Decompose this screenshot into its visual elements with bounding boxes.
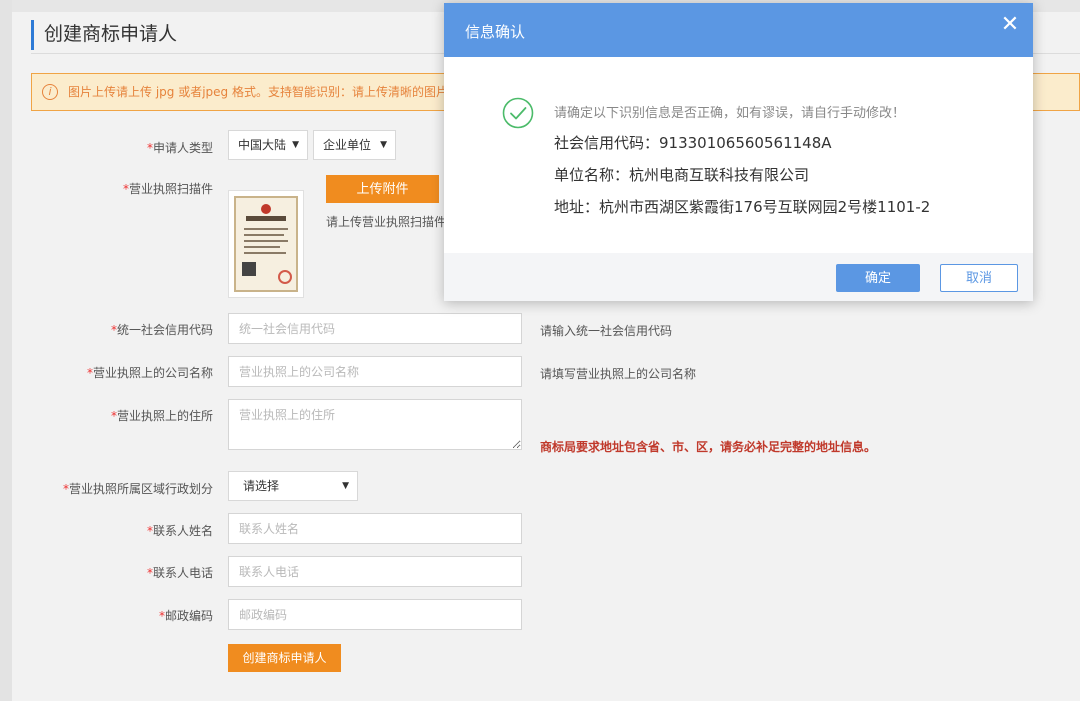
address-warning: 商标局要求地址包含省、市、区，请务必补足完整的地址信息。 (540, 440, 877, 454)
contact-phone-input[interactable] (228, 556, 522, 587)
credit-code-result: 社会信用代码：91330106560561148A (554, 134, 832, 152)
confirm-button[interactable]: 确定 (836, 264, 920, 292)
region-select[interactable]: 中国大陆 ▼ (228, 130, 308, 160)
close-icon[interactable]: ✕ (999, 14, 1021, 36)
contact-name-input[interactable] (228, 513, 522, 544)
confirm-dialog: 信息确认 ✕ 请确定以下识别信息是否正确，如有谬误，请自行手动修改！ 社会信用代… (444, 3, 1033, 301)
credit-code-input[interactable] (228, 313, 522, 344)
contact-phone-label: *联系人电话 (146, 566, 213, 580)
address-result: 地址：杭州市西湖区紫霞街176号互联网园2号楼1101-2 (554, 198, 931, 216)
caret-down-icon: ▼ (292, 140, 299, 150)
postcode-input[interactable] (228, 599, 522, 630)
address-textarea[interactable] (228, 399, 522, 450)
info-icon: i (42, 84, 58, 100)
applicant-kind-select[interactable]: 企业单位 ▼ (313, 130, 396, 160)
license-image (234, 196, 298, 292)
postcode-label: *邮政编码 (158, 609, 213, 623)
upload-hint: 请上传营业执照扫描件 (326, 215, 447, 229)
notice-text: 图片上传请上传 jpg 或者jpeg 格式。支持智能识别：请上传清晰的图片 (68, 85, 448, 99)
company-name-input[interactable] (228, 356, 522, 387)
credit-code-hint: 请输入统一社会信用代码 (540, 324, 673, 338)
district-label: *营业执照所属区域行政划分 (62, 482, 213, 496)
company-name-hint: 请填写营业执照上的公司名称 (540, 367, 697, 381)
applicant-type-label: *申请人类型 (146, 141, 213, 155)
check-circle-icon (502, 97, 534, 129)
create-applicant-button[interactable]: 创建商标申请人 (228, 644, 341, 672)
company-name-result: 单位名称：杭州电商互联科技有限公司 (554, 166, 810, 184)
contact-name-label: *联系人姓名 (146, 524, 213, 538)
company-name-label: *营业执照上的公司名称 (86, 366, 213, 380)
dialog-body: 请确定以下识别信息是否正确，如有谬误，请自行手动修改！ 社会信用代码：91330… (444, 57, 1033, 253)
dialog-title: 信息确认 (465, 23, 526, 41)
upload-attachment-button[interactable]: 上传附件 (326, 175, 439, 203)
license-thumbnail[interactable] (228, 190, 304, 298)
license-scan-label: *营业执照扫描件 (122, 182, 213, 196)
dialog-footer: 确定 取消 (444, 253, 1033, 301)
page-title: 创建商标申请人 (31, 20, 177, 50)
cancel-button[interactable]: 取消 (940, 264, 1018, 292)
credit-code-label: *统一社会信用代码 (110, 323, 213, 337)
left-border (0, 0, 12, 701)
district-select[interactable]: 请选择 ▼ (228, 471, 358, 501)
caret-down-icon: ▼ (380, 140, 387, 150)
address-label: *营业执照上的住所 (110, 409, 213, 423)
dialog-header: 信息确认 ✕ (444, 3, 1033, 57)
dialog-message: 请确定以下识别信息是否正确，如有谬误，请自行手动修改！ (554, 106, 906, 121)
caret-down-icon: ▼ (342, 481, 349, 491)
